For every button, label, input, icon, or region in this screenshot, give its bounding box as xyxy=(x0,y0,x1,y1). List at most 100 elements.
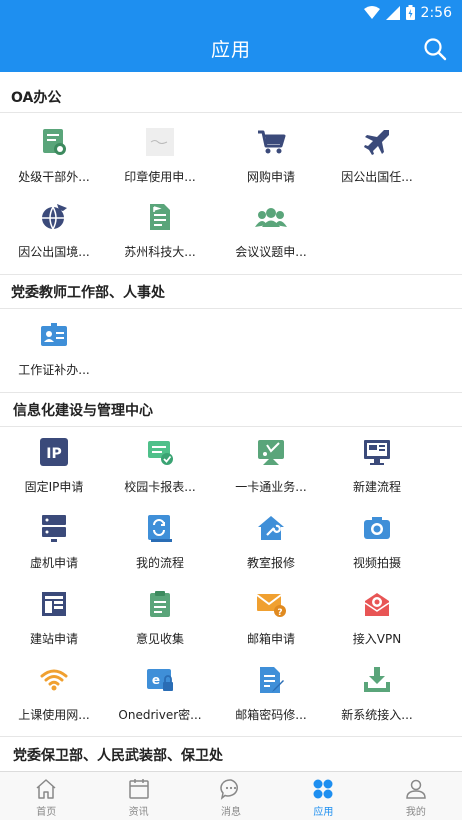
page-title: 应用 xyxy=(210,39,251,61)
svg-text:e: e xyxy=(152,673,160,687)
tab-label: 应用 xyxy=(313,807,334,818)
mail-help-icon: ? xyxy=(255,588,287,620)
airplane-icon xyxy=(361,126,393,158)
app-item-label: 建站申请 xyxy=(29,632,78,646)
wifi-icon xyxy=(38,664,70,696)
app-item-label: 虚机申请 xyxy=(29,556,78,570)
app-item-label: 一卡通业务... xyxy=(235,480,307,494)
campus-card-icon xyxy=(144,436,176,468)
app-item[interactable]: 因公出国任... xyxy=(323,122,431,192)
home-icon xyxy=(36,779,56,799)
shopping-cart-icon xyxy=(255,126,287,158)
divider xyxy=(0,308,462,309)
app-item[interactable]: 视频拍摄 xyxy=(323,508,431,578)
tab-label: 首页 xyxy=(36,807,57,818)
people-group-icon xyxy=(255,201,287,233)
globe-plane-icon xyxy=(38,201,70,233)
app-item[interactable]: 虚机申请 xyxy=(0,508,108,578)
tab-profile[interactable]: 我的 xyxy=(370,772,462,820)
app-item-label: 会议议题申... xyxy=(235,245,307,259)
app-item[interactable]: 会议议题申... xyxy=(217,197,325,267)
camera-icon xyxy=(361,512,393,544)
status-bar: 2:56 xyxy=(0,0,462,25)
house-wrench-icon xyxy=(255,512,287,544)
signal-icon xyxy=(385,5,400,20)
app-item-label: 因公出国任... xyxy=(341,170,413,184)
wifi-status-icon xyxy=(363,5,380,19)
app-item[interactable]: 因公出国境... xyxy=(0,197,108,267)
section-title-security: 党委保卫部、人民武装部、保卫处 xyxy=(13,748,223,764)
person-icon xyxy=(406,779,426,799)
vpn-mail-icon xyxy=(361,588,393,620)
divider xyxy=(0,736,462,737)
app-item-label: 教室报修 xyxy=(246,556,295,570)
section-title-personnel: 党委教师工作部、人事处 xyxy=(11,285,165,301)
app-item-label: 新系统接入... xyxy=(341,708,413,722)
app-item-label: 因公出国境... xyxy=(18,245,90,259)
divider xyxy=(0,426,462,427)
app-item[interactable]: 一卡通业务... xyxy=(217,432,325,502)
app-item-label: 上课使用网... xyxy=(18,708,90,722)
divider xyxy=(0,392,462,393)
app-item[interactable]: 教室报修 xyxy=(217,508,325,578)
divider xyxy=(0,274,462,275)
app-item[interactable]: 工作证补办... xyxy=(0,315,108,385)
section-title-oa: OA办公 xyxy=(11,90,62,106)
tab-news[interactable]: 资讯 xyxy=(92,772,184,820)
app-item-label: 邮箱密码修... xyxy=(235,708,307,722)
app-item-label: 我的流程 xyxy=(135,556,184,570)
app-item[interactable]: 网购申请 xyxy=(217,122,325,192)
app-item[interactable]: e Onedriver密... xyxy=(106,660,214,730)
calendar-icon xyxy=(128,779,149,799)
app-item-label: 意见收集 xyxy=(135,632,184,646)
tab-home[interactable]: 首页 xyxy=(0,772,92,820)
tab-label: 我的 xyxy=(405,807,426,818)
app-item[interactable]: ? 邮箱申请 xyxy=(217,584,325,654)
search-icon[interactable] xyxy=(422,36,448,62)
app-item[interactable]: 意见收集 xyxy=(106,584,214,654)
monitor-icon xyxy=(361,436,393,468)
app-item[interactable]: IP 固定IP申请 xyxy=(0,432,108,502)
chat-icon xyxy=(220,779,238,800)
refresh-book-icon xyxy=(144,512,176,544)
certificate-icon xyxy=(38,126,70,158)
app-item[interactable]: 建站申请 xyxy=(0,584,108,654)
app-item-label: 校园卡报表... xyxy=(124,480,196,494)
apps-grid-icon xyxy=(313,779,333,799)
app-item[interactable]: 苏州科技大... xyxy=(106,197,214,267)
app-item-label: 接入VPN xyxy=(352,632,402,646)
ip-icon: IP xyxy=(38,436,70,468)
app-item[interactable]: 新建流程 xyxy=(323,432,431,502)
app-item[interactable]: 印章使用申... xyxy=(106,122,214,192)
app-item[interactable]: 校园卡报表... xyxy=(106,432,214,502)
app-item-label: 邮箱申请 xyxy=(246,632,295,646)
battery-icon xyxy=(405,5,415,20)
tab-messages[interactable]: 消息 xyxy=(185,772,277,820)
bottom-tab-bar: 首页 资讯 消息 应用 我的 xyxy=(0,771,462,820)
id-card-icon xyxy=(38,319,70,351)
seal-image-icon xyxy=(144,126,176,158)
tab-label: 资讯 xyxy=(128,807,149,818)
app-item[interactable]: 邮箱密码修... xyxy=(217,660,325,730)
app-list: OA办公 处级干部外... 印章使用申... 网购申请 因公出国任... 因公出… xyxy=(0,72,462,771)
app-item-label: 新建流程 xyxy=(352,480,401,494)
app-item[interactable]: 上课使用网... xyxy=(0,660,108,730)
app-item[interactable]: 我的流程 xyxy=(106,508,214,578)
app-item-label: 处级干部外... xyxy=(18,170,90,184)
app-item-label: 固定IP申请 xyxy=(24,480,84,494)
section-title-it-center: 信息化建设与管理中心 xyxy=(13,403,153,419)
clipboard-icon xyxy=(144,588,176,620)
svg-text:IP: IP xyxy=(46,446,61,462)
onedrive-lock-icon: e xyxy=(144,664,176,696)
app-item[interactable]: 接入VPN xyxy=(323,584,431,654)
app-item-label: 网购申请 xyxy=(246,170,295,184)
doc-edit-icon xyxy=(255,664,287,696)
app-item-label: 工作证补办... xyxy=(18,363,90,377)
app-item[interactable]: 新系统接入... xyxy=(323,660,431,730)
app-item-label: 视频拍摄 xyxy=(352,556,401,570)
app-item-label: 苏州科技大... xyxy=(124,245,196,259)
tab-apps[interactable]: 应用 xyxy=(277,772,369,820)
server-icon xyxy=(38,512,70,544)
app-item[interactable]: 处级干部外... xyxy=(0,122,108,192)
download-tray-icon xyxy=(361,664,393,696)
